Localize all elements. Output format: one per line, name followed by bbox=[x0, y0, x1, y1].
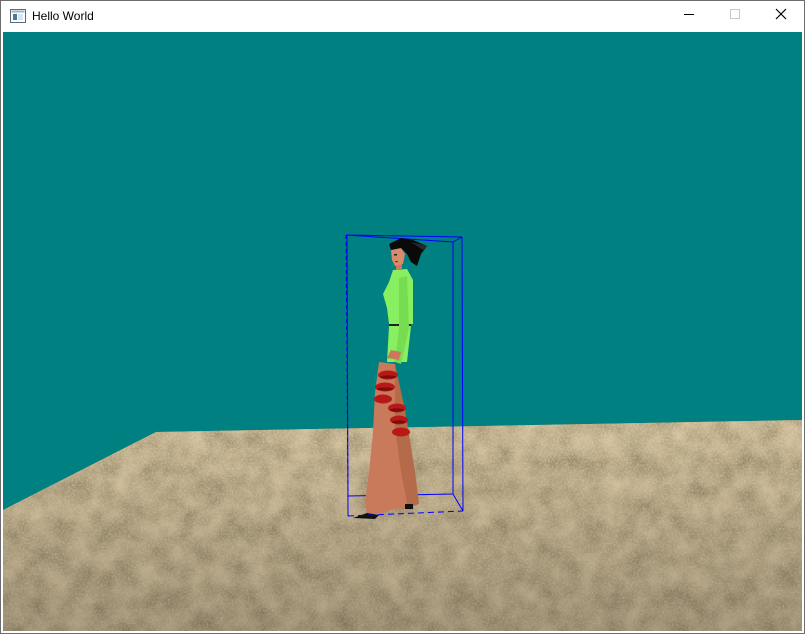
title-bar[interactable]: Hello World bbox=[1, 1, 804, 31]
scene-canvas bbox=[3, 32, 802, 631]
maximize-button[interactable] bbox=[712, 1, 758, 31]
maximize-icon bbox=[729, 7, 741, 25]
minimize-button[interactable] bbox=[666, 1, 712, 31]
close-button[interactable] bbox=[758, 1, 804, 31]
window-title: Hello World bbox=[32, 9, 94, 23]
app-window: Hello World bbox=[0, 0, 805, 634]
app-window-icon bbox=[10, 9, 26, 23]
close-icon bbox=[775, 7, 787, 25]
render-viewport[interactable] bbox=[3, 32, 802, 631]
minimize-icon bbox=[683, 7, 695, 25]
